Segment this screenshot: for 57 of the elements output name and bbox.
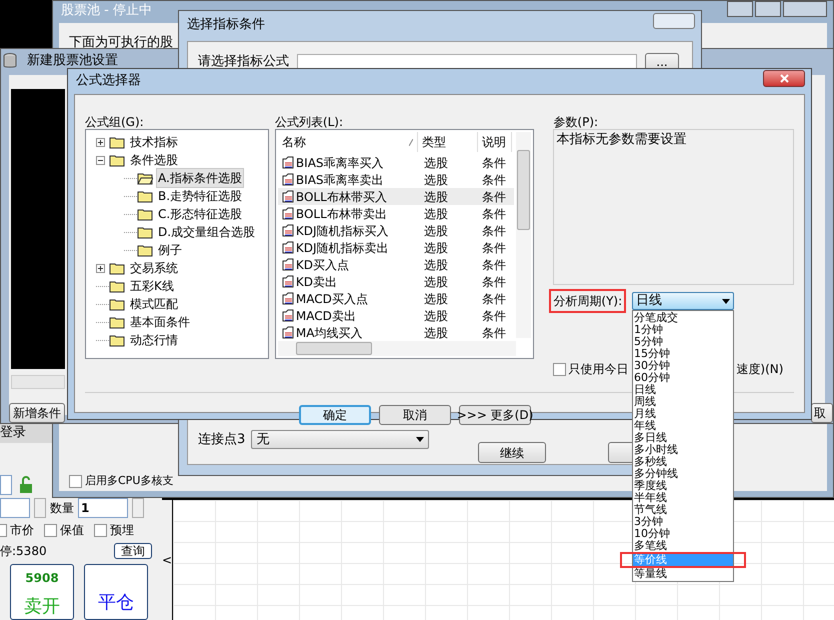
formula-type: 选股 (422, 324, 449, 342)
params-box: 本指标无参数需要设置 (553, 129, 794, 285)
formula-type: 选股 (422, 240, 449, 256)
formula-description: 条件 (480, 172, 507, 188)
formula-description: 条件 (480, 256, 507, 274)
checkbox-label: 只使用今日 (568, 361, 628, 378)
option-label: 预埋 (110, 522, 134, 540)
formula-name: BIAS乖离率买入 (296, 154, 384, 172)
window-title: 股票池 - 停止中 (60, 2, 153, 20)
sell-price: 5908 (25, 570, 59, 588)
formula-type: 选股 (422, 222, 449, 240)
formula-name: KDJ随机指标卖出 (296, 240, 389, 256)
window-title: 公式选择器 (75, 72, 142, 90)
formula-name: BOLL布林带买入 (296, 188, 387, 206)
formula-type: 选股 (422, 206, 449, 222)
option-label: 市价 (10, 522, 34, 540)
formula-type: 选股 (422, 256, 449, 274)
params-label: 参数(P): (553, 114, 600, 129)
formula-description: 条件 (480, 274, 507, 290)
formula-type: 选股 (422, 290, 449, 308)
connect-label: 连接点3 (198, 431, 246, 449)
formula-description: 条件 (480, 206, 507, 222)
formula-name: KD卖出 (296, 274, 338, 290)
formula-name: BOLL布林带卖出 (296, 206, 387, 222)
formula-type: 选股 (422, 154, 449, 172)
quantity-label: 数量 (50, 500, 74, 517)
formula-name: BIAS乖离率卖出 (296, 172, 384, 188)
list-label: 公式列表(L): (274, 114, 344, 129)
formula-name: MACD买入点 (296, 290, 368, 308)
group-label: 公式组(G): (85, 114, 145, 129)
period-label: 分析周期(Y): (553, 294, 622, 308)
formula-description: 条件 (480, 240, 507, 256)
formula-description: 条件 (480, 154, 507, 172)
formula-name: MA均线买入 (296, 324, 362, 342)
checkbox-label: 速度)(N) (736, 361, 784, 378)
period-value: 日线 (636, 292, 662, 310)
formula-name: MACD卖出 (296, 308, 356, 324)
formula-type: 选股 (422, 172, 449, 188)
formula-description: 条件 (480, 324, 507, 342)
connect-value: 无 (256, 431, 270, 449)
formula-type: 选股 (422, 308, 449, 324)
formula-type: 选股 (422, 274, 449, 290)
formula-name: KDJ随机指标买入 (296, 222, 389, 240)
formula-description: 条件 (480, 222, 507, 240)
checkbox-label: 启用多CPU多核支 (85, 473, 174, 489)
window-title: 选择指标条件 (186, 16, 266, 34)
notice-text: 下面为可执行的股 (69, 34, 173, 52)
formula-description: 条件 (480, 290, 507, 308)
option-label: 保值 (60, 522, 84, 540)
formula-description: 条件 (480, 188, 507, 206)
formula-description: 条件 (480, 308, 507, 324)
window-title: 新建股票池设置 (26, 52, 119, 70)
formula-label: 请选择指标公式 (198, 53, 289, 71)
formula-name: KD买入点 (296, 256, 350, 274)
formula-type: 选股 (422, 188, 449, 206)
sell-open-label: 卖开 (24, 595, 60, 620)
limit-price: 停:5380 (0, 543, 47, 560)
